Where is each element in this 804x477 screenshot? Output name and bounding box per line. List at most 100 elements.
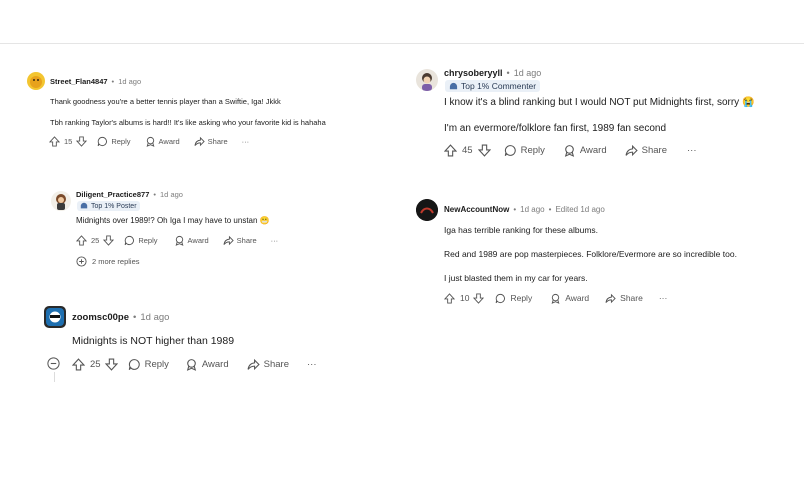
award-icon	[175, 235, 183, 246]
contributor-icon	[80, 202, 88, 209]
award-button[interactable]: Award	[550, 293, 589, 304]
award-button[interactable]: Award	[145, 136, 180, 147]
username[interactable]: Diligent_Practice877	[76, 190, 149, 199]
more-options-button[interactable]: ···	[659, 293, 668, 303]
avatar-icon	[46, 308, 64, 326]
share-label: Share	[207, 136, 228, 146]
reply-icon	[496, 293, 506, 303]
header-divider	[0, 43, 804, 44]
award-icon	[186, 358, 197, 371]
downvote-icon	[104, 358, 118, 371]
share-button[interactable]: Share	[223, 235, 257, 246]
award-button[interactable]: Award	[185, 358, 229, 371]
contributor-icon	[449, 82, 458, 89]
upvote-button[interactable]	[444, 292, 455, 304]
reply-icon	[128, 358, 140, 370]
share-icon	[194, 136, 205, 146]
timestamp[interactable]: 1d ago	[118, 77, 141, 86]
downvote-button[interactable]	[76, 135, 88, 147]
downvote-button[interactable]	[477, 144, 491, 157]
more-options-button[interactable]: ···	[307, 359, 317, 370]
award-label: Award	[565, 293, 590, 303]
reply-label: Reply	[138, 235, 158, 245]
timestamp[interactable]: 1d ago	[160, 190, 183, 199]
comment-body-line: Iga has terrible ranking for these album…	[444, 225, 599, 235]
upvote-button[interactable]	[444, 144, 457, 157]
avatar[interactable]	[416, 69, 438, 91]
share-icon	[605, 293, 616, 303]
expand-icon	[76, 255, 87, 267]
timestamp[interactable]: 1d ago	[520, 205, 544, 214]
comment-actions: 25 Reply Award Share ···	[76, 234, 278, 246]
reply-label: Reply	[520, 145, 545, 156]
more-replies-row[interactable]: 2 more replies	[76, 255, 140, 267]
comment-actions: 25 Reply Award Share ···	[72, 357, 317, 371]
collapse-icon	[47, 357, 60, 370]
upvote-icon	[444, 144, 457, 157]
comment-body-line: I know it's a blind ranking but I would …	[444, 97, 755, 108]
reply-button[interactable]: Reply	[128, 358, 169, 371]
timestamp[interactable]: 1d ago	[514, 68, 542, 78]
share-label: Share	[620, 293, 643, 303]
award-icon	[564, 145, 575, 157]
reply-icon	[97, 136, 108, 146]
comment-meta: chrysoberyyll • 1d ago	[444, 68, 541, 78]
upvote-button[interactable]	[72, 357, 85, 371]
more-options-button[interactable]: ···	[687, 145, 697, 156]
share-icon	[625, 144, 638, 157]
comment-meta: Diligent_Practice877 • 1d ago	[76, 190, 183, 199]
comment-body-line: Midnights is NOT higher than 1989	[72, 335, 235, 347]
downvote-button[interactable]	[103, 234, 115, 246]
downvote-button[interactable]	[473, 292, 485, 304]
share-button[interactable]: Share	[605, 293, 643, 304]
award-label: Award	[158, 136, 180, 146]
username[interactable]: zoomsc00pe	[72, 312, 129, 323]
share-button[interactable]: Share	[194, 136, 228, 147]
username[interactable]: NewAccountNow	[444, 205, 509, 214]
separator-dot: •	[133, 312, 137, 323]
downvote-icon	[76, 135, 88, 147]
edited-label: Edited 1d ago	[555, 205, 605, 214]
vote-count: 10	[460, 293, 470, 303]
avatar-icon	[56, 194, 66, 210]
username[interactable]: Street_Flan4847	[50, 77, 108, 86]
award-button[interactable]: Award	[174, 235, 209, 246]
avatar[interactable]	[44, 306, 66, 328]
timestamp[interactable]: 1d ago	[140, 312, 169, 323]
avatar[interactable]	[27, 72, 45, 90]
comment-actions: 15 Reply Award Share ···	[49, 135, 249, 147]
award-icon	[146, 136, 154, 147]
upvote-button[interactable]	[76, 234, 87, 246]
avatar-icon	[422, 73, 432, 91]
reply-button[interactable]: Reply	[124, 235, 158, 246]
vote-count: 25	[90, 358, 101, 370]
award-button[interactable]: Award	[563, 144, 607, 157]
reply-button[interactable]: Reply	[97, 136, 131, 147]
comment-meta: Street_Flan4847 • 1d ago	[50, 77, 141, 86]
reply-button[interactable]: Reply	[495, 293, 532, 304]
collapse-thread-button[interactable]	[47, 357, 60, 370]
share-button[interactable]: Share	[247, 358, 289, 371]
comment-meta: NewAccountNow • 1d ago • Edited 1d ago	[444, 205, 605, 214]
separator-dot: •	[153, 190, 157, 199]
downvote-icon	[477, 144, 491, 157]
avatar-icon	[416, 199, 438, 221]
avatar-icon	[30, 76, 42, 88]
username[interactable]: chrysoberyyll	[444, 68, 503, 78]
comment-body-line: I just blasted them in my car for years.	[444, 273, 588, 283]
share-button[interactable]: Share	[625, 144, 667, 157]
upvote-button[interactable]	[49, 135, 60, 147]
avatar[interactable]	[51, 191, 71, 211]
user-flair: Top 1% Poster	[77, 201, 140, 211]
avatar[interactable]	[416, 199, 438, 221]
downvote-button[interactable]	[104, 358, 118, 371]
comment-body-line: Tbh ranking Taylor's albums is hard!! It…	[50, 118, 326, 127]
reply-button[interactable]: Reply	[504, 144, 545, 157]
comment-body-line: Midnights over 1989!? Oh Iga I may have …	[76, 216, 270, 225]
more-options-button[interactable]: ···	[271, 236, 279, 245]
separator-dot: •	[506, 68, 510, 78]
separator-dot: •	[548, 205, 552, 214]
share-label: Share	[641, 145, 667, 156]
more-options-button[interactable]: ···	[242, 137, 250, 146]
downvote-icon	[103, 234, 115, 246]
